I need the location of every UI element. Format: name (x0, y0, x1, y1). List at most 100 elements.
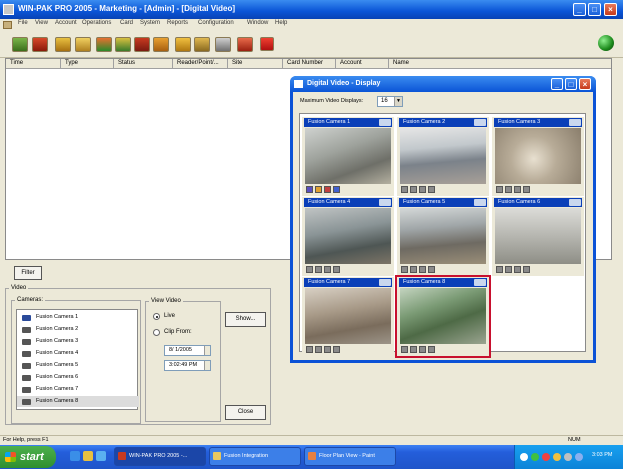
menu-card[interactable]: Card (120, 20, 133, 26)
menu-window[interactable]: Window (247, 20, 268, 26)
menu-operations[interactable]: Operations (82, 20, 111, 26)
snapshot-control-icon[interactable] (315, 266, 322, 273)
snapshot-control-icon[interactable] (505, 266, 512, 273)
filter-button[interactable]: Filter (14, 266, 42, 280)
list-item-selected[interactable]: Fusion Camera 8 (17, 396, 139, 407)
tray-icon[interactable] (564, 453, 572, 461)
tray-icon[interactable] (520, 453, 528, 461)
ptz-control-icon[interactable] (324, 266, 331, 273)
tray-icon[interactable] (553, 453, 561, 461)
record-control-icon[interactable] (306, 346, 313, 353)
dv-minimize-button[interactable]: _ (551, 78, 563, 90)
key-icon[interactable] (153, 37, 169, 52)
card-icon[interactable] (12, 37, 28, 52)
video-feed[interactable] (305, 288, 391, 344)
document-icon[interactable] (3, 21, 12, 29)
task-winpak[interactable]: WIN-PAK PRO 2005 -... (114, 447, 206, 466)
ptz-control-icon[interactable] (419, 186, 426, 193)
chevron-down-icon[interactable]: ▼ (394, 97, 402, 106)
task-paint[interactable]: Floor Plan View - Paint (304, 447, 396, 466)
zoom-control-icon[interactable] (428, 186, 435, 193)
list-item[interactable]: Fusion Camera 7 (17, 384, 139, 395)
tray-icon[interactable] (531, 453, 539, 461)
live-radio[interactable] (153, 313, 160, 320)
stop-icon[interactable] (237, 37, 253, 52)
camera-tile[interactable]: Fusion Camera 2 (397, 117, 489, 196)
record-control-icon[interactable] (306, 266, 313, 273)
snapshot-control-icon[interactable] (410, 346, 417, 353)
ptz-control-icon[interactable] (419, 266, 426, 273)
map-icon[interactable] (96, 37, 112, 52)
video-feed[interactable] (495, 208, 581, 264)
floor-plan-icon[interactable] (134, 37, 150, 52)
camera-tile[interactable]: Fusion Camera 1 (302, 117, 394, 196)
report-icon[interactable] (194, 37, 210, 52)
camera-tile[interactable]: Fusion Camera 7 (302, 277, 394, 356)
camera-tile[interactable]: Fusion Camera 3 (492, 117, 584, 196)
menu-account[interactable]: Account (55, 20, 77, 26)
close-video-button[interactable]: Close (225, 405, 266, 420)
column-header-reader[interactable]: Reader/Point/... (173, 59, 228, 69)
zoom-control-icon[interactable] (428, 346, 435, 353)
zoom-control-icon[interactable] (333, 266, 340, 273)
video-feed[interactable] (400, 288, 486, 344)
desktop-icon[interactable] (96, 451, 106, 461)
list-item[interactable]: Fusion Camera 6 (17, 372, 139, 383)
record-control-icon[interactable] (401, 186, 408, 193)
video-feed[interactable] (400, 208, 486, 264)
column-header-time[interactable]: Time (6, 59, 61, 69)
camera-tile[interactable]: Fusion Camera 5 (397, 197, 489, 276)
clip-date-field[interactable]: 8/ 1/2005 (164, 345, 211, 356)
dv-close-button[interactable]: × (579, 78, 591, 90)
ptz-control-icon[interactable] (514, 266, 521, 273)
zoom-control-icon[interactable] (333, 346, 340, 353)
ptz-control-icon[interactable] (324, 346, 331, 353)
close-button[interactable]: × (604, 3, 617, 16)
clip-time-field[interactable]: 3:02:49 PM (164, 360, 211, 371)
snapshot-control-icon[interactable] (315, 346, 322, 353)
ptz-control-icon[interactable] (324, 186, 331, 193)
video-feed[interactable] (495, 128, 581, 184)
tray-icon[interactable] (542, 453, 550, 461)
clip-radio[interactable] (153, 329, 160, 336)
zoom-control-icon[interactable] (428, 266, 435, 273)
column-header-card-number[interactable]: Card Number (283, 59, 336, 69)
record-control-icon[interactable] (496, 186, 503, 193)
time-spinner[interactable] (204, 361, 210, 370)
date-spinner[interactable] (204, 346, 210, 355)
menu-view[interactable]: View (35, 20, 48, 26)
record-control-icon[interactable] (306, 186, 313, 193)
column-header-type[interactable]: Type (61, 59, 114, 69)
list-item[interactable]: Fusion Camera 2 (17, 324, 139, 335)
device-icon[interactable] (55, 37, 71, 52)
list-item[interactable]: Fusion Camera 1 (17, 312, 139, 323)
menu-reports[interactable]: Reports (167, 20, 188, 26)
video-feed[interactable] (305, 128, 391, 184)
zoom-control-icon[interactable] (523, 186, 530, 193)
network-icon[interactable] (215, 37, 231, 52)
column-header-status[interactable]: Status (114, 59, 173, 69)
camera-tile[interactable]: Fusion Camera 4 (302, 197, 394, 276)
max-displays-select[interactable]: 16 ▼ (377, 96, 403, 107)
column-header-name[interactable]: Name (389, 59, 611, 69)
menu-system[interactable]: System (140, 20, 160, 26)
start-button[interactable]: start (0, 446, 56, 468)
building-icon[interactable] (32, 37, 48, 52)
snapshot-control-icon[interactable] (505, 186, 512, 193)
maximize-button[interactable]: □ (588, 3, 601, 16)
ie-icon[interactable] (70, 451, 80, 461)
video-feed[interactable] (305, 208, 391, 264)
snapshot-control-icon[interactable] (410, 266, 417, 273)
minimize-button[interactable]: _ (573, 3, 586, 16)
camera-tile[interactable]: Fusion Camera 6 (492, 197, 584, 276)
menu-configuration[interactable]: Configuration (198, 20, 234, 26)
task-fusion[interactable]: Fusion Integration (209, 447, 301, 466)
list-item[interactable]: Fusion Camera 4 (17, 348, 139, 359)
folder-icon[interactable] (175, 37, 191, 52)
dv-maximize-button[interactable]: □ (565, 78, 577, 90)
snapshot-control-icon[interactable] (315, 186, 322, 193)
zoom-control-icon[interactable] (333, 186, 340, 193)
snapshot-control-icon[interactable] (410, 186, 417, 193)
record-control-icon[interactable] (401, 266, 408, 273)
list-item[interactable]: Fusion Camera 3 (17, 336, 139, 347)
